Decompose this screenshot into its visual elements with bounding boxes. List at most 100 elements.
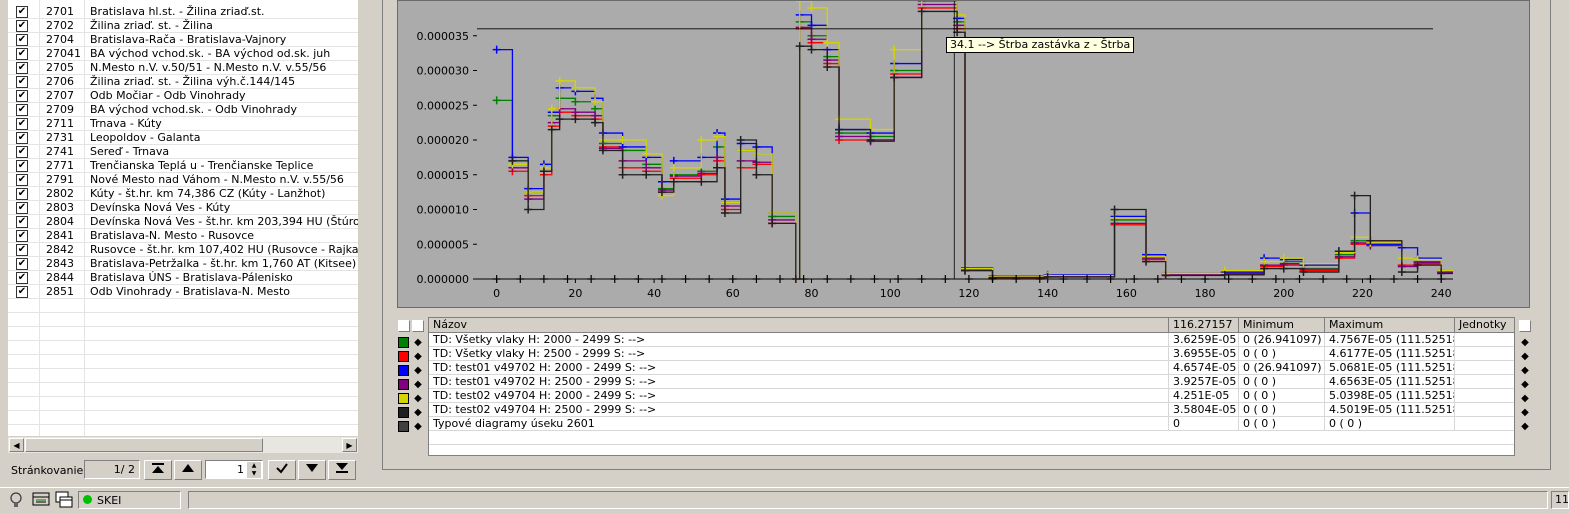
- row-checkbox[interactable]: ✔: [16, 188, 28, 200]
- series-marker-icon[interactable]: ◆: [413, 393, 423, 404]
- list-item[interactable]: ✔ 2709 BA východ vchod.sk. - Odb Vinohrady: [8, 103, 358, 117]
- row-checkbox[interactable]: ✔: [16, 6, 28, 18]
- table-corner-checkbox[interactable]: [412, 320, 424, 332]
- lightbulb-icon[interactable]: [8, 491, 24, 509]
- series-color-swatch[interactable]: [398, 393, 409, 404]
- table-row[interactable]: TD: test02 v49704 H: 2500 - 2999 S: --> 3…: [429, 403, 1514, 417]
- series-color-swatch[interactable]: [398, 379, 409, 390]
- list-item[interactable]: ✔ 2842 Rusovce - št.hr. km 107,402 HU (Rus…: [8, 243, 358, 257]
- row-checkbox[interactable]: ✔: [16, 258, 28, 270]
- row-checkbox[interactable]: ✔: [16, 174, 28, 186]
- table-row[interactable]: TD: test01 v49702 H: 2500 - 2999 S: --> 3…: [429, 375, 1514, 389]
- list-item[interactable]: ✔ 27041 BA východ vchod.sk. - BA východ od…: [8, 47, 358, 61]
- table-row[interactable]: TD: test01 v49702 H: 2000 - 2499 S: --> 4…: [429, 361, 1514, 375]
- list-item[interactable]: ✔ 2841 Bratislava-N. Mesto - Rusovce: [8, 229, 358, 243]
- list-item[interactable]: ✔ 2707 Odb Močiar - Odb Vinohrady: [8, 89, 358, 103]
- table-corner-checkbox[interactable]: [1519, 320, 1531, 332]
- series-marker-icon[interactable]: ◆: [1520, 421, 1530, 432]
- series-color-swatch[interactable]: [398, 407, 409, 418]
- page-number-input[interactable]: 1 ▲ ▼: [205, 460, 263, 479]
- row-checkbox[interactable]: ✔: [16, 62, 28, 74]
- layout-icon[interactable]: [32, 491, 50, 509]
- horizontal-scrollbar[interactable]: ◀ ▶: [8, 437, 358, 453]
- list-item[interactable]: ✔ 2704 Bratislava-Rača - Bratislava-Vajnor…: [8, 33, 358, 47]
- list-item[interactable]: ✔ 2803 Devínska Nová Ves - Kúty: [8, 201, 358, 215]
- section-name: Žilina zriaď. st. - Žilina: [90, 19, 213, 32]
- list-item[interactable]: ✔ 2705 N.Mesto n.V. v.50/51 - N.Mesto n.V.…: [8, 61, 358, 75]
- list-item[interactable]: ✔ 2771 Trenčianska Teplá u - Trenčianske T…: [8, 159, 358, 173]
- row-checkbox[interactable]: ✔: [16, 48, 28, 60]
- row-checkbox[interactable]: ✔: [16, 104, 28, 116]
- series-marker-icon[interactable]: ◆: [413, 365, 423, 376]
- series-marker-icon[interactable]: ◆: [1520, 365, 1530, 376]
- series-marker-icon[interactable]: ◆: [413, 337, 423, 348]
- column-header-units[interactable]: Jednotky: [1455, 318, 1514, 333]
- series-marker-icon[interactable]: ◆: [1520, 393, 1530, 404]
- series-marker-icon[interactable]: ◆: [1520, 407, 1530, 418]
- list-item[interactable]: ✔ 2741 Sereď - Trnava: [8, 145, 358, 159]
- row-checkbox[interactable]: ✔: [16, 286, 28, 298]
- column-header-name[interactable]: Názov: [429, 318, 1169, 333]
- series-color-swatch[interactable]: [398, 365, 409, 376]
- row-checkbox[interactable]: ✔: [16, 216, 28, 228]
- row-checkbox[interactable]: ✔: [16, 244, 28, 256]
- series-color-swatch[interactable]: [398, 351, 409, 362]
- row-checkbox[interactable]: ✔: [16, 272, 28, 284]
- splitter[interactable]: [358, 0, 367, 487]
- section-code: 2771: [46, 159, 74, 172]
- series-table[interactable]: Názov 116.27157 Minimum Maximum Jednotky…: [428, 317, 1515, 456]
- first-page-button[interactable]: [144, 460, 172, 480]
- series-marker-icon[interactable]: ◆: [1520, 379, 1530, 390]
- previous-page-button[interactable]: [174, 460, 202, 480]
- series-marker-icon[interactable]: ◆: [413, 351, 423, 362]
- table-row[interactable]: Typové diagramy úseku 2601 0 0 ( 0 ) 0 ( 0 …: [429, 417, 1514, 431]
- column-header-value[interactable]: 116.27157: [1169, 318, 1239, 333]
- series-color-swatch[interactable]: [398, 421, 409, 432]
- series-color-swatch[interactable]: [398, 337, 409, 348]
- row-checkbox[interactable]: ✔: [16, 146, 28, 158]
- row-checkbox[interactable]: ✔: [16, 20, 28, 32]
- series-marker-icon[interactable]: ◆: [1520, 337, 1530, 348]
- windows-icon[interactable]: [55, 491, 73, 509]
- row-checkbox[interactable]: ✔: [16, 76, 28, 88]
- series-units: [1455, 333, 1514, 347]
- row-checkbox[interactable]: ✔: [16, 90, 28, 102]
- scroll-left-button[interactable]: ◀: [9, 438, 24, 452]
- row-checkbox[interactable]: ✔: [16, 202, 28, 214]
- next-page-button[interactable]: [298, 460, 326, 480]
- last-page-button[interactable]: [328, 460, 356, 480]
- scroll-right-button[interactable]: ▶: [342, 438, 357, 452]
- confirm-page-button[interactable]: [268, 460, 296, 480]
- row-checkbox[interactable]: ✔: [16, 118, 28, 130]
- list-item[interactable]: ✔ 2804 Devínska Nová Ves - št.hr. km 203,3…: [8, 215, 358, 229]
- row-checkbox[interactable]: ✔: [16, 132, 28, 144]
- table-row[interactable]: TD: Všetky vlaky H: 2000 - 2499 S: --> 3.…: [429, 333, 1514, 347]
- list-item[interactable]: ✔ 2701 Bratislava hl.st. - Žilina zriaď.st…: [8, 5, 358, 19]
- column-header-minimum[interactable]: Minimum: [1239, 318, 1325, 333]
- series-units: [1455, 389, 1514, 403]
- list-item[interactable]: ✔ 2802 Kúty - št.hr. km 74,386 CZ (Kúty - …: [8, 187, 358, 201]
- series-marker-icon[interactable]: ◆: [413, 379, 423, 390]
- list-item[interactable]: ✔ 2711 Trnava - Kúty: [8, 117, 358, 131]
- route-section-list[interactable]: ✔ 2701 Bratislava hl.st. - Žilina zriaď.st…: [8, 0, 359, 436]
- spin-down-icon[interactable]: ▼: [247, 470, 261, 478]
- spin-up-icon[interactable]: ▲: [247, 462, 261, 470]
- scroll-thumb[interactable]: [25, 438, 263, 452]
- list-item[interactable]: ✔ 2706 Žilina zriaď. st. - Žilina výh.č.14…: [8, 75, 358, 89]
- column-header-maximum[interactable]: Maximum: [1325, 318, 1455, 333]
- table-row[interactable]: TD: Všetky vlaky H: 2500 - 2999 S: --> 3.…: [429, 347, 1514, 361]
- list-item[interactable]: ✔ 2843 Bratislava-Petržalka - št.hr. km 1,…: [8, 257, 358, 271]
- list-item[interactable]: ✔ 2702 Žilina zriaď. st. - Žilina: [8, 19, 358, 33]
- list-item[interactable]: ✔ 2851 Odb Vinohrady - Bratislava-N. Mesto: [8, 285, 358, 299]
- row-checkbox[interactable]: ✔: [16, 160, 28, 172]
- row-checkbox[interactable]: ✔: [16, 34, 28, 46]
- list-item[interactable]: ✔ 2844 Bratislava ÚNS - Bratislava-Pálenis…: [8, 271, 358, 285]
- list-item[interactable]: ✔ 2791 Nové Mesto nad Váhom - N.Mesto n.V.…: [8, 173, 358, 187]
- row-checkbox[interactable]: ✔: [16, 230, 28, 242]
- series-marker-icon[interactable]: ◆: [413, 421, 423, 432]
- table-row[interactable]: TD: test02 v49704 H: 2000 - 2499 S: --> 4…: [429, 389, 1514, 403]
- series-marker-icon[interactable]: ◆: [1520, 351, 1530, 362]
- table-corner-checkbox[interactable]: [398, 320, 410, 332]
- series-marker-icon[interactable]: ◆: [413, 407, 423, 418]
- list-item[interactable]: ✔ 2731 Leopoldov - Galanta: [8, 131, 358, 145]
